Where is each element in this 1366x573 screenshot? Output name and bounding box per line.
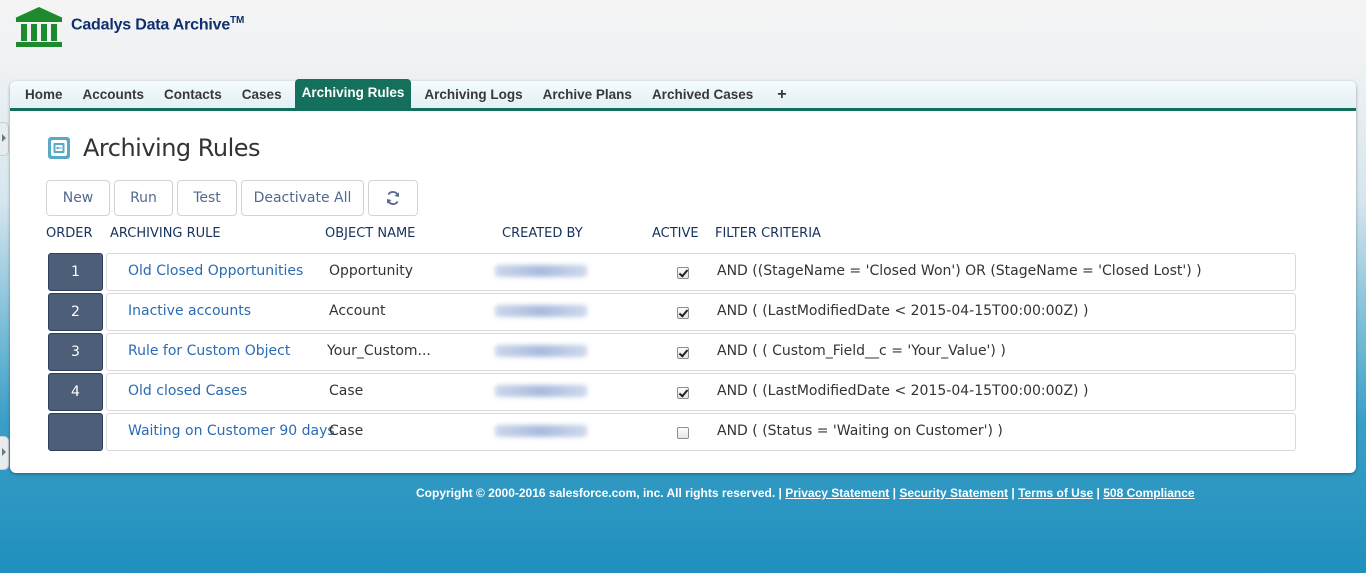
- table-row: 3 Rule for Custom Object Your_Custom... …: [48, 333, 1296, 373]
- footer: Copyright © 2000-2016 salesforce.com, in…: [416, 486, 1195, 500]
- active-checkbox[interactable]: [677, 307, 689, 319]
- created-by-blurred: [495, 385, 587, 397]
- toolbar: New Run Test Deactivate All: [46, 180, 422, 216]
- new-button[interactable]: New: [46, 180, 110, 216]
- table-row: 2 Inactive accounts Account AND ( (LastM…: [48, 293, 1296, 333]
- header-order: ORDER: [46, 226, 93, 241]
- object-name: Your_Custom...: [327, 343, 431, 359]
- header-created-by: CREATED BY: [502, 226, 583, 241]
- rule-link[interactable]: Old closed Cases: [128, 383, 247, 399]
- object-name: Case: [329, 383, 364, 399]
- tab-bar: Home Accounts Contacts Cases Archiving R…: [10, 79, 1356, 111]
- header-archiving-rule: ARCHIVING RULE: [110, 226, 221, 241]
- run-button[interactable]: Run: [114, 180, 173, 216]
- sidebar-expand-handle[interactable]: [0, 122, 9, 156]
- brand: Cadalys Data ArchiveTM: [13, 5, 244, 49]
- filter-criteria: AND ( ( Custom_Field__c = 'Your_Value') …: [717, 343, 1006, 359]
- created-by-blurred: [495, 265, 587, 277]
- header-filter-criteria: FILTER CRITERIA: [715, 226, 821, 241]
- footer-separator: |: [889, 486, 900, 500]
- tab-archiving-rules[interactable]: Archiving Rules: [294, 79, 412, 108]
- main-panel: Home Accounts Contacts Cases Archiving R…: [10, 79, 1356, 473]
- order-badge[interactable]: [48, 413, 103, 451]
- chevron-right-icon: [2, 448, 6, 456]
- tab-contacts[interactable]: Contacts: [154, 81, 232, 108]
- page-header: Archiving Rules: [47, 134, 261, 162]
- created-by-blurred: [495, 345, 587, 357]
- table-header: ORDER ARCHIVING RULE OBJECT NAME CREATED…: [10, 226, 1356, 242]
- archive-rules-icon: [48, 137, 70, 159]
- add-tab-button[interactable]: +: [763, 81, 800, 108]
- row-card: Rule for Custom Object Your_Custom... AN…: [106, 333, 1296, 371]
- security-statement-link[interactable]: Security Statement: [899, 486, 1008, 500]
- tab-home[interactable]: Home: [15, 81, 73, 108]
- table-row: 4 Old closed Cases Case AND ( (LastModif…: [48, 373, 1296, 413]
- footer-separator: |: [1093, 486, 1104, 500]
- filter-criteria: AND ( (LastModifiedDate < 2015-04-15T00:…: [717, 383, 1089, 399]
- order-badge[interactable]: 4: [48, 373, 103, 411]
- copyright-text: Copyright © 2000-2016 salesforce.com, in…: [416, 486, 786, 500]
- terms-of-use-link[interactable]: Terms of Use: [1018, 486, 1093, 500]
- chevron-right-icon: [2, 134, 6, 142]
- tab-accounts[interactable]: Accounts: [73, 81, 155, 108]
- created-by-blurred: [495, 305, 587, 317]
- rule-link[interactable]: Inactive accounts: [128, 303, 251, 319]
- created-by-blurred: [495, 425, 587, 437]
- rule-link[interactable]: Waiting on Customer 90 days: [128, 423, 335, 439]
- tab-archiving-logs[interactable]: Archiving Logs: [414, 81, 532, 108]
- row-card: Old closed Cases Case AND ( (LastModifie…: [106, 373, 1296, 411]
- filter-criteria: AND ((StageName = 'Closed Won') OR (Stag…: [717, 263, 1202, 279]
- row-card: Old Closed Opportunities Opportunity AND…: [106, 253, 1296, 291]
- active-checkbox[interactable]: [677, 267, 689, 279]
- privacy-statement-link[interactable]: Privacy Statement: [785, 486, 889, 500]
- object-name: Account: [329, 303, 386, 319]
- refresh-button[interactable]: [368, 180, 418, 216]
- header-object-name: OBJECT NAME: [325, 226, 416, 241]
- object-name: Opportunity: [329, 263, 414, 279]
- tab-archived-cases[interactable]: Archived Cases: [642, 81, 763, 108]
- order-badge[interactable]: 3: [48, 333, 103, 371]
- refresh-icon: [387, 191, 399, 205]
- footer-separator: |: [1008, 486, 1019, 500]
- deactivate-all-button[interactable]: Deactivate All: [241, 180, 364, 216]
- active-checkbox[interactable]: [677, 387, 689, 399]
- rule-link[interactable]: Old Closed Opportunities: [128, 263, 303, 279]
- row-card: Inactive accounts Account AND ( (LastMod…: [106, 293, 1296, 331]
- tab-archive-plans[interactable]: Archive Plans: [533, 81, 642, 108]
- bank-building-logo-icon: [15, 7, 63, 47]
- sidebar-expand-handle[interactable]: [0, 436, 9, 470]
- tab-cases[interactable]: Cases: [232, 81, 292, 108]
- test-button[interactable]: Test: [177, 180, 237, 216]
- object-name: Case: [329, 423, 364, 439]
- table-row: 1 Old Closed Opportunities Opportunity A…: [48, 253, 1296, 293]
- row-card: Waiting on Customer 90 days Case AND ( (…: [106, 413, 1296, 451]
- rule-link[interactable]: Rule for Custom Object: [128, 343, 290, 359]
- active-checkbox[interactable]: [677, 427, 689, 439]
- page-title: Archiving Rules: [83, 134, 261, 162]
- active-checkbox[interactable]: [677, 347, 689, 359]
- filter-criteria: AND ( (LastModifiedDate < 2015-04-15T00:…: [717, 303, 1089, 319]
- order-badge[interactable]: 1: [48, 253, 103, 291]
- filter-criteria: AND ( (Status = 'Waiting on Customer') ): [717, 423, 1003, 439]
- order-badge[interactable]: 2: [48, 293, 103, 331]
- table-row: Waiting on Customer 90 days Case AND ( (…: [48, 413, 1296, 453]
- 508-compliance-link[interactable]: 508 Compliance: [1103, 486, 1194, 500]
- header-active: ACTIVE: [652, 226, 699, 241]
- app-name: Cadalys Data ArchiveTM: [71, 15, 245, 34]
